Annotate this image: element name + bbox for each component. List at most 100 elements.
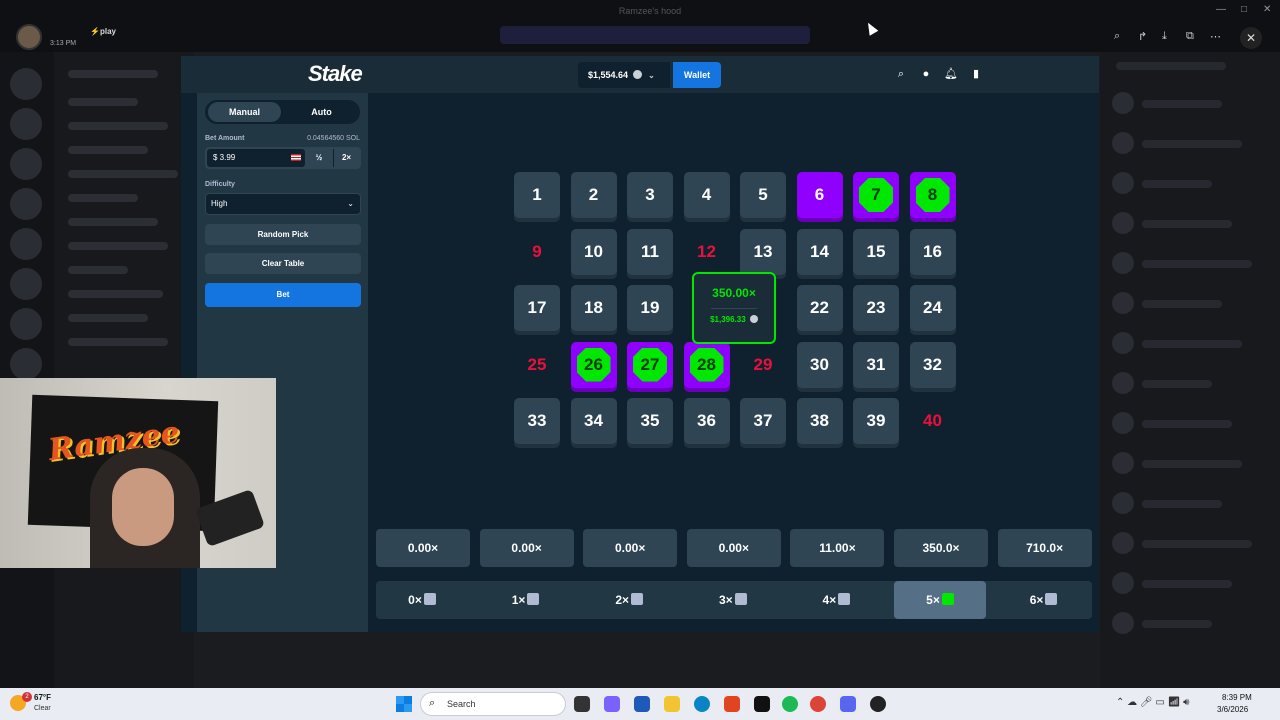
folder-icon[interactable] <box>664 696 680 712</box>
user-icon[interactable]: ● <box>919 67 933 81</box>
keno-tile[interactable]: 11 <box>627 228 673 275</box>
minimize-icon[interactable]: — <box>1216 4 1226 15</box>
start-icon[interactable] <box>396 696 412 712</box>
keno-tile[interactable]: 8 <box>909 172 956 218</box>
hits-cell: 6× <box>998 581 1090 619</box>
tab-manual[interactable]: Manual <box>208 102 281 122</box>
payout-multiplier-cell: 0.00× <box>686 529 781 567</box>
payout-multiplier-cell: 710.0× <box>997 529 1092 567</box>
gem-icon: 28 <box>689 347 724 382</box>
keno-tile[interactable]: 25 <box>514 341 560 388</box>
store-icon[interactable] <box>634 696 650 712</box>
gem-square-icon <box>631 593 644 605</box>
keno-tile[interactable]: 6 <box>796 172 843 218</box>
random-pick-button[interactable]: Random Pick <box>205 224 361 245</box>
stake-logo[interactable]: Stake <box>308 61 363 87</box>
bet-button[interactable]: Bet <box>205 283 361 307</box>
taskbar-search[interactable]: ⌕ Search <box>420 692 566 716</box>
keno-tile[interactable]: 34 <box>570 398 617 444</box>
share-icon[interactable]: ↱ <box>1138 30 1147 43</box>
keno-tile[interactable]: 3 <box>627 172 673 218</box>
copilot-icon[interactable] <box>604 696 620 712</box>
keno-tile[interactable]: 16 <box>909 228 956 275</box>
keno-tile[interactable]: 9 <box>514 228 560 275</box>
gem-icon: 27 <box>633 347 667 382</box>
payout-multiplier-cell: 350.0× <box>894 529 988 567</box>
keno-tile[interactable]: 35 <box>627 398 673 444</box>
keno-tile[interactable]: 19 <box>627 285 673 331</box>
search-placeholder: Search <box>447 699 476 709</box>
file-icon[interactable] <box>574 696 590 712</box>
search-icon[interactable]: ⌕ <box>894 67 908 81</box>
keno-tile[interactable]: 7 <box>853 172 899 218</box>
keno-tile[interactable]: 38 <box>796 398 843 444</box>
chrome-icon[interactable] <box>810 696 826 712</box>
keno-tile[interactable]: 13 <box>740 228 786 275</box>
wallet-button[interactable]: Wallet <box>673 62 721 88</box>
gem-square-icon <box>941 593 954 605</box>
maximize-icon[interactable]: □ <box>1241 4 1247 15</box>
double-bet-button[interactable]: 2× <box>333 149 359 167</box>
chatgpt-icon[interactable] <box>754 696 770 712</box>
keno-tile[interactable]: 10 <box>570 228 617 275</box>
play-badge: ⚡play <box>90 27 116 36</box>
clock-time[interactable]: 8:39 PM <box>1222 693 1252 702</box>
payout-multiplier-cell: 11.00× <box>790 529 885 567</box>
hits-cell: 2× <box>583 581 675 619</box>
app-icon[interactable] <box>870 696 886 712</box>
sidebar-toggle-icon[interactable]: ▮ <box>969 67 983 81</box>
keno-tile[interactable]: 1 <box>514 172 560 218</box>
keno-tile[interactable]: 14 <box>796 228 843 275</box>
keno-tile[interactable]: 12 <box>683 228 730 275</box>
payout-multiplier: 350.00× <box>712 286 756 300</box>
keno-tile[interactable]: 39 <box>853 398 899 444</box>
keno-tile[interactable]: 2 <box>570 172 617 218</box>
tab-auto[interactable]: Auto <box>285 102 358 122</box>
close-icon[interactable]: ✕ <box>1240 27 1262 49</box>
keno-tile[interactable]: 28 <box>683 341 730 388</box>
zoom-icon[interactable]: ⌕ <box>1114 30 1120 43</box>
clear-table-button[interactable]: Clear Table <box>205 253 361 274</box>
hits-label: 3× <box>718 593 733 607</box>
keno-tile[interactable]: 37 <box>740 398 786 444</box>
close-window-icon[interactable]: ✕ <box>1263 4 1271 15</box>
keno-tile[interactable]: 4 <box>683 172 730 218</box>
keno-tile[interactable]: 18 <box>570 285 617 331</box>
keno-tile[interactable]: 22 <box>796 285 843 331</box>
keno-tile[interactable]: 32 <box>909 341 956 388</box>
keno-tile[interactable]: 30 <box>796 341 843 388</box>
hits-cell: 4× <box>790 581 882 619</box>
system-tray[interactable]: ⌃ ☁ 🎤︎ ▭ 📶︎ 🔊︎ <box>1116 697 1189 708</box>
keno-tile[interactable]: 5 <box>740 172 786 218</box>
difficulty-value: High <box>211 199 228 208</box>
bell-icon[interactable]: 🔔︎ <box>944 67 958 81</box>
hits-cell: 3× <box>687 581 779 619</box>
clock-date[interactable]: 3/6/2026 <box>1217 705 1248 714</box>
balance-selector[interactable]: $1,554.64 ⌄ <box>578 62 670 88</box>
keno-tile[interactable]: 15 <box>853 228 899 275</box>
more-icon[interactable]: ⋯ <box>1210 30 1221 43</box>
keno-tile[interactable]: 40 <box>909 398 956 444</box>
keno-tile[interactable]: 26 <box>570 341 617 388</box>
avatar[interactable] <box>16 24 42 50</box>
download-icon[interactable]: ⤓ <box>1162 30 1167 43</box>
spotify-icon[interactable] <box>782 696 798 712</box>
stake-header: Stake $1,554.64 ⌄ Wallet ⌕ ● 🔔︎ ▮ <box>181 56 1099 93</box>
difficulty-select[interactable]: High ⌄ <box>205 193 361 215</box>
half-bet-button[interactable]: ½ <box>307 149 331 167</box>
edge-icon[interactable] <box>694 696 710 712</box>
keno-tile[interactable]: 23 <box>853 285 899 331</box>
chevron-down-icon: ⌄ <box>648 71 655 80</box>
discord-icon[interactable] <box>840 696 856 712</box>
stake-app: Stake $1,554.64 ⌄ Wallet ⌕ ● 🔔︎ ▮ Manual… <box>181 56 1099 632</box>
keno-tile[interactable]: 33 <box>514 398 560 444</box>
popout-icon[interactable]: ⧉ <box>1186 30 1194 43</box>
keno-tile[interactable]: 29 <box>740 341 786 388</box>
keno-tile[interactable]: 36 <box>683 398 730 444</box>
keno-tile[interactable]: 24 <box>909 285 956 331</box>
bet-amount-input[interactable]: $ 3.99 <box>207 149 305 167</box>
keno-tile[interactable]: 31 <box>853 341 899 388</box>
brave-icon[interactable] <box>724 696 740 712</box>
keno-tile[interactable]: 17 <box>514 285 560 331</box>
keno-tile[interactable]: 27 <box>627 341 673 388</box>
